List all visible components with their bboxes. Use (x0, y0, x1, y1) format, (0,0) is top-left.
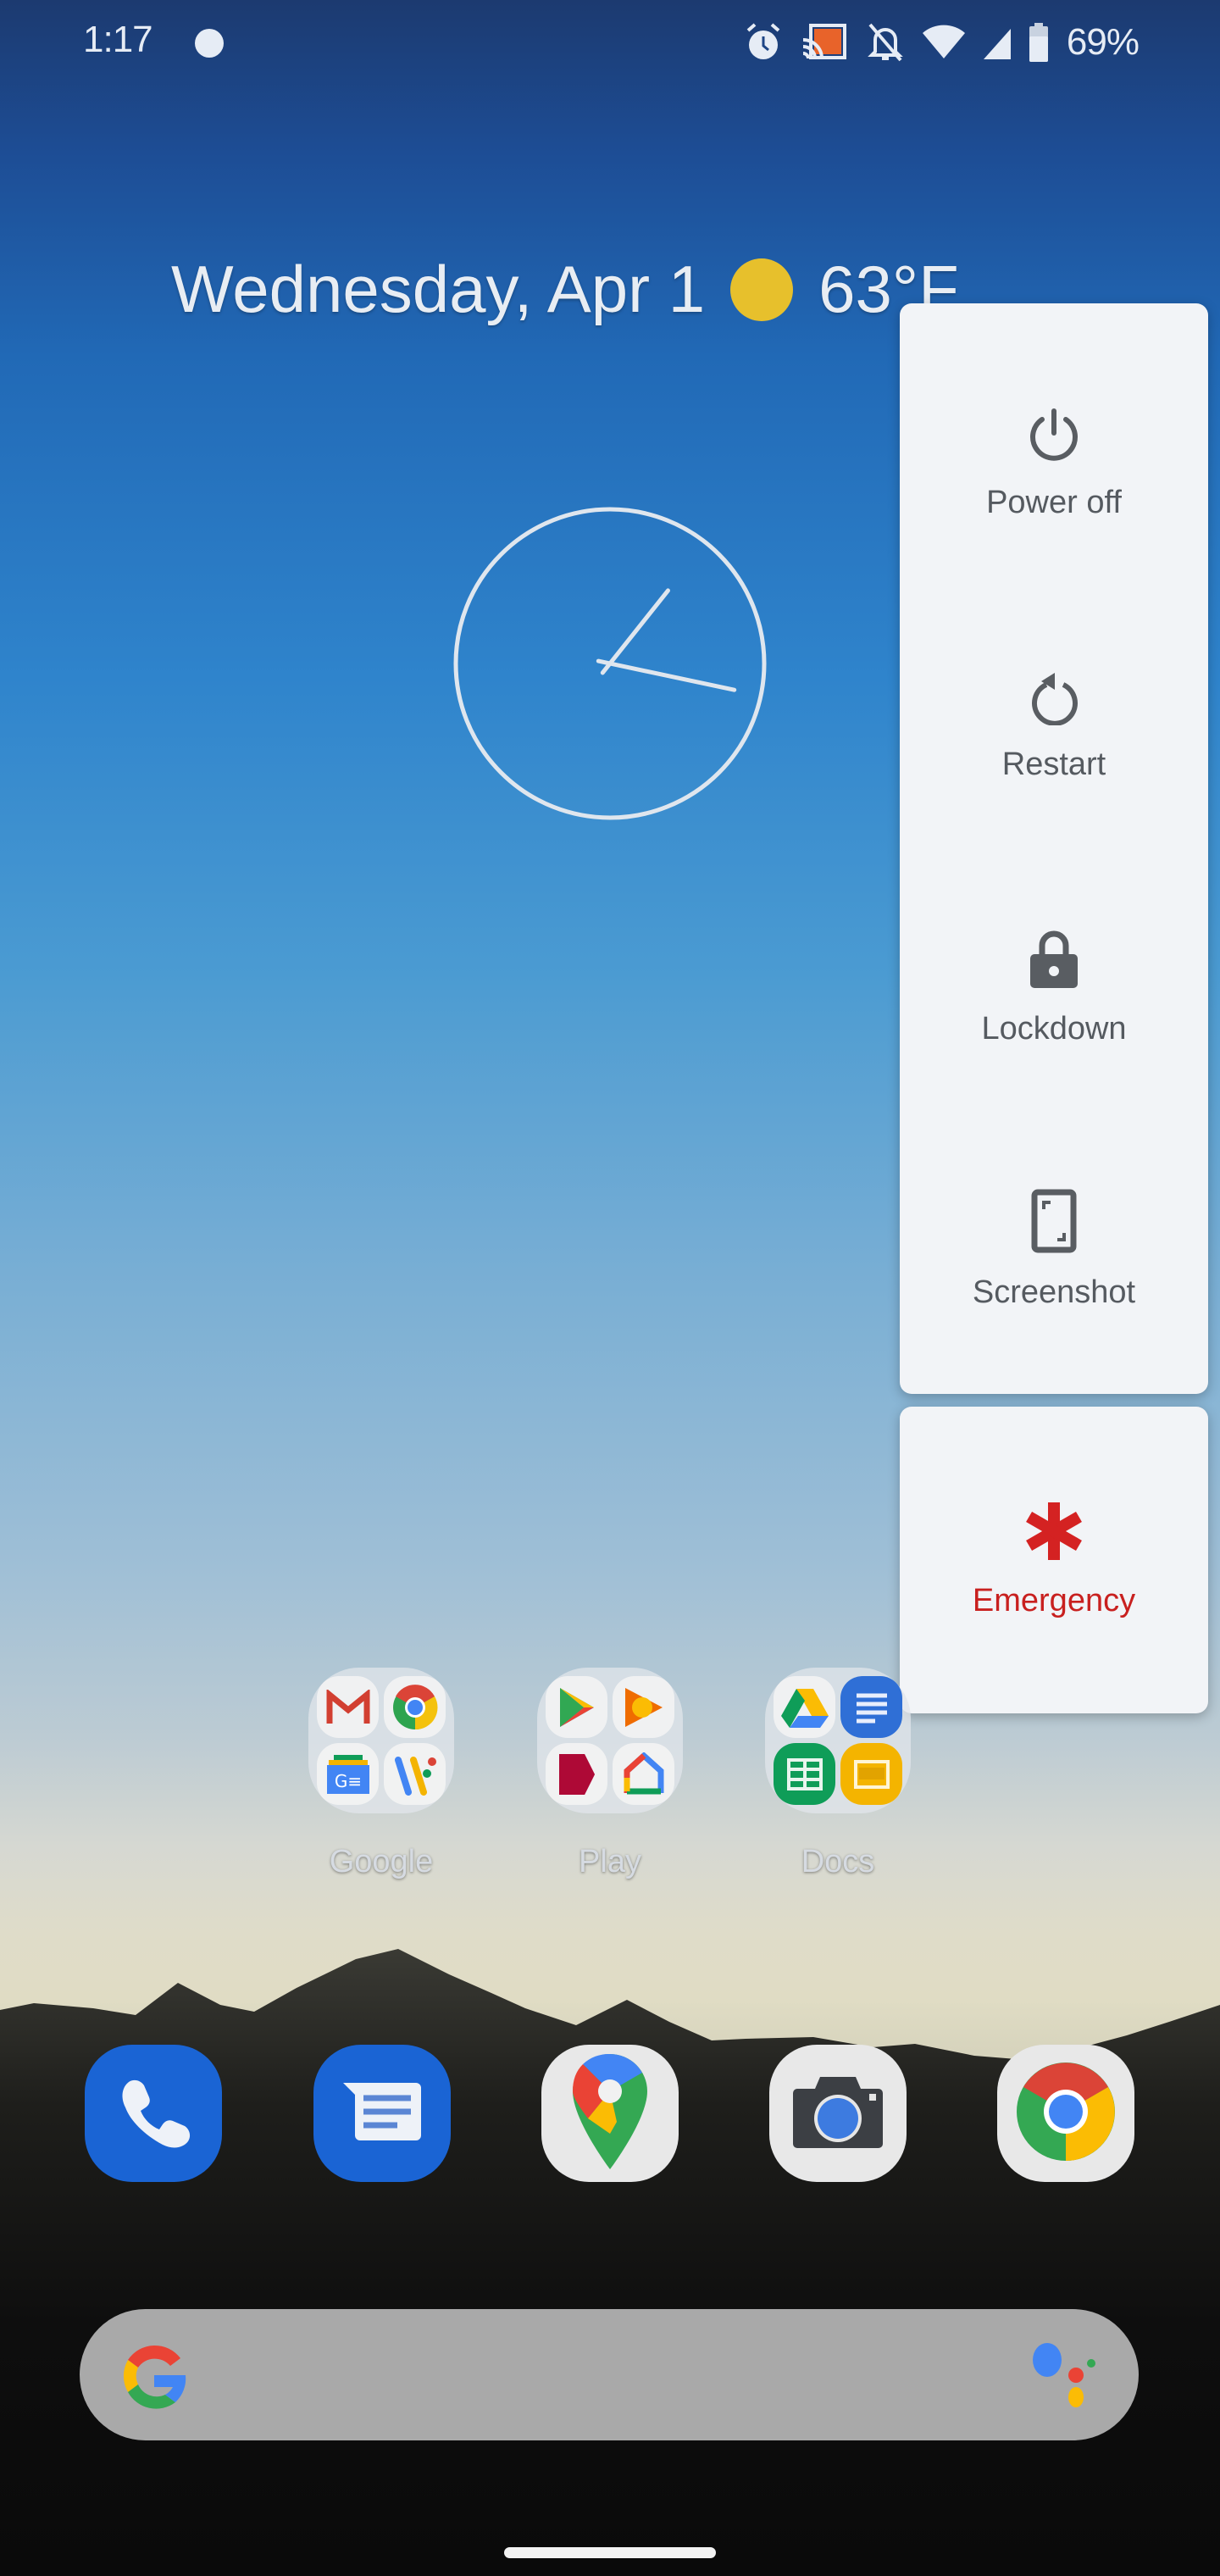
dock-chrome[interactable] (997, 2045, 1134, 2182)
folder-play[interactable] (537, 1668, 683, 1813)
emergency-card: Emergency (900, 1407, 1208, 1713)
power-off-button[interactable]: Power off (900, 333, 1208, 595)
alarm-icon (745, 22, 782, 63)
play-music-icon (613, 1676, 674, 1738)
restart-icon (1026, 669, 1082, 730)
camera-icon (791, 2074, 884, 2154)
google-g-icon[interactable] (118, 2340, 191, 2417)
phone-icon (115, 2074, 191, 2154)
google-search-bar[interactable] (80, 2309, 1139, 2440)
status-icons: 69% (745, 19, 1140, 66)
google-pay-icon (384, 1743, 446, 1805)
chrome-icon (384, 1676, 446, 1738)
status-time: 1:17 (83, 19, 153, 60)
wallpaper-mountains (0, 1949, 1220, 2576)
screenshot-label: Screenshot (972, 1274, 1136, 1310)
chrome-icon (1013, 2059, 1118, 2168)
dock-messages[interactable] (313, 2045, 451, 2182)
notifications-off-icon (867, 21, 904, 64)
maps-pin-icon (571, 2052, 649, 2175)
wifi-icon (922, 25, 965, 60)
play-store-icon (546, 1676, 607, 1738)
folder-label-google: Google (329, 1844, 434, 1879)
clock-hour-hand (600, 588, 670, 675)
notification-dot-icon (195, 29, 224, 58)
google-assistant-icon[interactable] (1029, 2341, 1098, 2415)
dock-camera[interactable] (769, 2045, 907, 2182)
folder-label-docs: Docs (801, 1844, 875, 1879)
folder-label-play: Play (579, 1844, 641, 1879)
emergency-asterisk-icon (1023, 1501, 1084, 1566)
analog-clock-widget[interactable] (452, 506, 768, 821)
clock-minute-hand (596, 658, 737, 692)
lockdown-label: Lockdown (981, 1010, 1127, 1046)
restart-label: Restart (1001, 746, 1106, 782)
folder-google[interactable]: G≡ (308, 1668, 454, 1813)
sheets-icon (774, 1743, 835, 1805)
messages-icon (341, 2079, 423, 2148)
google-news-icon: G≡ (317, 1743, 379, 1805)
svg-text:G≡: G≡ (334, 1771, 361, 1791)
google-home-icon (613, 1743, 674, 1805)
at-a-glance[interactable]: Wednesday, Apr 1 63°F (171, 251, 959, 328)
cast-icon (801, 23, 848, 62)
drive-icon (774, 1676, 835, 1738)
date-label[interactable]: Wednesday, Apr 1 (171, 251, 705, 328)
screenshot-button[interactable]: Screenshot (900, 1119, 1208, 1380)
sunny-icon (730, 258, 794, 321)
folder-docs[interactable] (765, 1668, 911, 1813)
gesture-nav-handle[interactable] (504, 2547, 716, 2558)
dock-phone[interactable] (85, 2045, 222, 2182)
dock-maps[interactable] (541, 2045, 679, 2182)
emergency-button[interactable]: Emergency (900, 1429, 1208, 1690)
cellular-signal-icon (983, 25, 1011, 59)
screenshot-icon (1031, 1189, 1077, 1257)
power-menu: Power off Restart Lockdown Screenshot (900, 303, 1208, 1394)
gmail-icon (317, 1676, 379, 1738)
restart-button[interactable]: Restart (900, 595, 1208, 857)
power-off-label: Power off (986, 484, 1122, 520)
battery-icon (1029, 23, 1048, 62)
lock-icon (1029, 929, 1079, 994)
battery-percent: 69% (1066, 21, 1140, 63)
emergency-label: Emergency (972, 1582, 1136, 1618)
lockdown-button[interactable]: Lockdown (900, 857, 1208, 1119)
play-movies-icon (546, 1743, 607, 1805)
docs-icon (840, 1676, 902, 1738)
power-icon (1026, 408, 1082, 468)
slides-icon (840, 1743, 902, 1805)
